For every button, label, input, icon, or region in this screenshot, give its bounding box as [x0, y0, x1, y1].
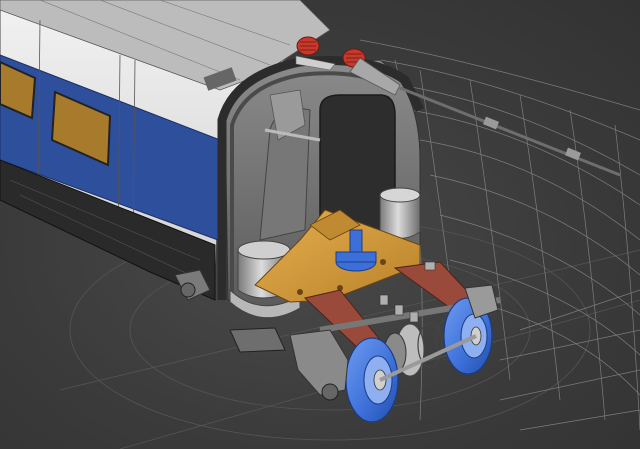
wheelset — [345, 297, 493, 423]
train-render — [0, 0, 640, 449]
3d-viewport[interactable] — [0, 0, 640, 449]
